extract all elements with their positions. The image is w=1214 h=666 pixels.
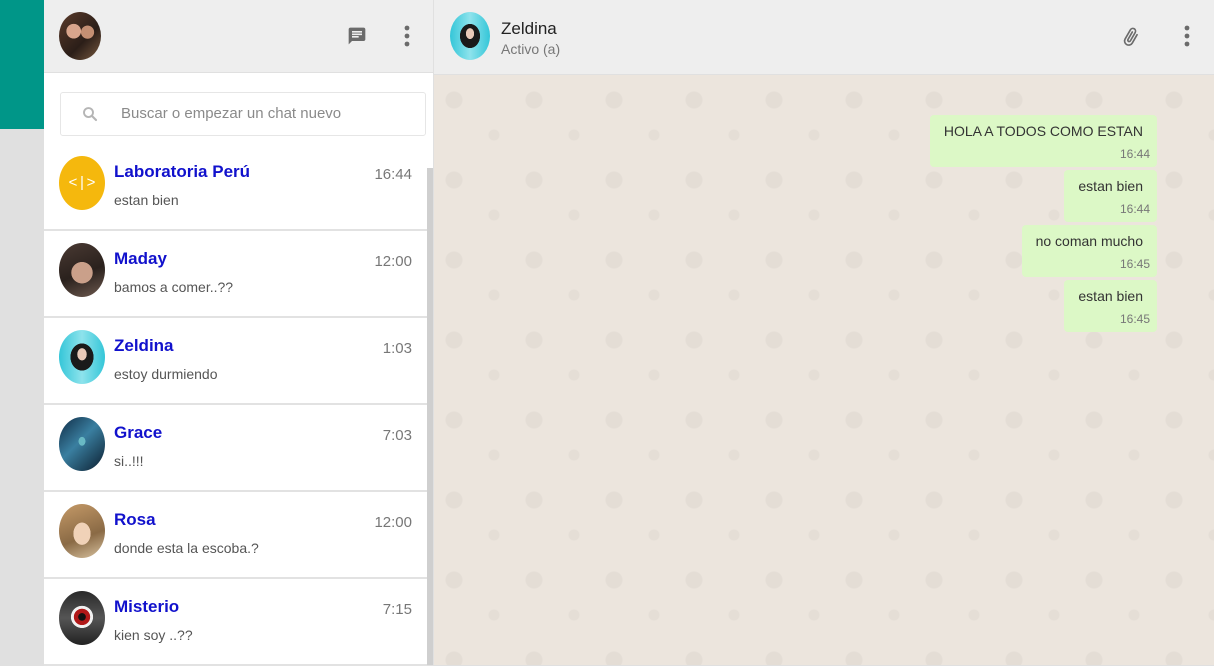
- chat-list: <|> Laboratoria Perú 16:44 estan bien Ma…: [44, 144, 427, 666]
- chat-item-laboratoria[interactable]: <|> Laboratoria Perú 16:44 estan bien: [44, 144, 427, 231]
- search-icon: [81, 105, 99, 123]
- search-input[interactable]: [119, 104, 413, 123]
- chat-time: 12:00: [374, 253, 412, 270]
- chat-last-message: estoy durmiendo: [114, 366, 218, 382]
- app-window: <|> Laboratoria Perú 16:44 estan bien Ma…: [44, 0, 1214, 666]
- chat-last-message: donde esta la escoba.?: [114, 540, 259, 556]
- message-text: no coman mucho: [1035, 233, 1143, 249]
- chat-last-message: si..!!!: [114, 453, 144, 469]
- search-box: [60, 92, 426, 136]
- more-vert-icon[interactable]: [1184, 24, 1190, 53]
- avatar: [59, 243, 105, 297]
- avatar: [59, 330, 105, 384]
- user-avatar[interactable]: [59, 12, 101, 60]
- contact-name: Zeldina: [501, 19, 557, 38]
- conversation-panel: Zeldina Activo (a) HOLA A TODOS COMO EST…: [434, 0, 1214, 665]
- message-text: estan bien: [1078, 178, 1143, 194]
- chat-name: Laboratoria Perú: [114, 162, 251, 181]
- conversation-header: Zeldina Activo (a): [434, 0, 1214, 75]
- chat-last-message: estan bien: [114, 192, 179, 208]
- chat-time: 1:03: [382, 340, 412, 357]
- message-time: 16:45: [1119, 257, 1150, 271]
- chat-time: 12:00: [374, 514, 412, 531]
- chat-list-scrollbar[interactable]: [427, 168, 433, 665]
- teal-top-band: [0, 0, 44, 129]
- chat-name: Misterio: [114, 597, 180, 616]
- avatar: [59, 417, 105, 471]
- chat-name: Grace: [114, 423, 163, 442]
- more-vert-icon[interactable]: [394, 22, 420, 50]
- chat-item-rosa[interactable]: Rosa 12:00 donde esta la escoba.?: [44, 492, 427, 579]
- contact-avatar[interactable]: [450, 12, 490, 60]
- chat-item-misterio[interactable]: Misterio 7:15 kien soy ..??: [44, 579, 427, 666]
- chat-time: 7:15: [382, 601, 412, 618]
- wallpaper-pattern: [434, 0, 1214, 665]
- chat-time: 7:03: [382, 427, 412, 444]
- chat-time: 16:44: [374, 166, 412, 183]
- chat-last-message: bamos a comer..??: [114, 279, 234, 295]
- message-list: HOLA A TODOS COMO ESTAN 16:44 estan bien…: [929, 115, 1157, 332]
- message-time: 16:44: [1119, 202, 1150, 216]
- chat-item-zeldina[interactable]: Zeldina 1:03 estoy durmiendo: [44, 318, 427, 405]
- laboratoria-logo-text: <|>: [68, 174, 96, 192]
- message-text: estan bien: [1078, 288, 1143, 304]
- new-chat-icon[interactable]: [344, 22, 370, 50]
- search-area: [44, 73, 433, 145]
- chat-name: Rosa: [114, 510, 156, 529]
- contact-status: Activo (a): [501, 41, 561, 57]
- message-bubble: no coman mucho 16:45: [1021, 225, 1157, 277]
- chat-item-grace[interactable]: Grace 7:03 si..!!!: [44, 405, 427, 492]
- paperclip-icon[interactable]: [1120, 24, 1142, 55]
- sidebar-header: [44, 0, 433, 73]
- sidebar: <|> Laboratoria Perú 16:44 estan bien Ma…: [44, 0, 434, 666]
- message-time: 16:44: [1119, 147, 1150, 161]
- message-bubble: HOLA A TODOS COMO ESTAN 16:44: [929, 115, 1157, 167]
- chat-name: Maday: [114, 249, 167, 268]
- message-bubble: estan bien 16:44: [1064, 170, 1157, 222]
- message-bubble: estan bien 16:45: [1064, 280, 1157, 332]
- avatar: [59, 504, 105, 558]
- chat-name: Zeldina: [114, 336, 174, 355]
- avatar: <|>: [59, 156, 105, 210]
- message-text: HOLA A TODOS COMO ESTAN: [943, 123, 1143, 139]
- chat-item-maday[interactable]: Maday 12:00 bamos a comer..??: [44, 231, 427, 318]
- message-time: 16:45: [1119, 312, 1150, 326]
- avatar: [59, 591, 105, 645]
- chat-last-message: kien soy ..??: [114, 627, 193, 643]
